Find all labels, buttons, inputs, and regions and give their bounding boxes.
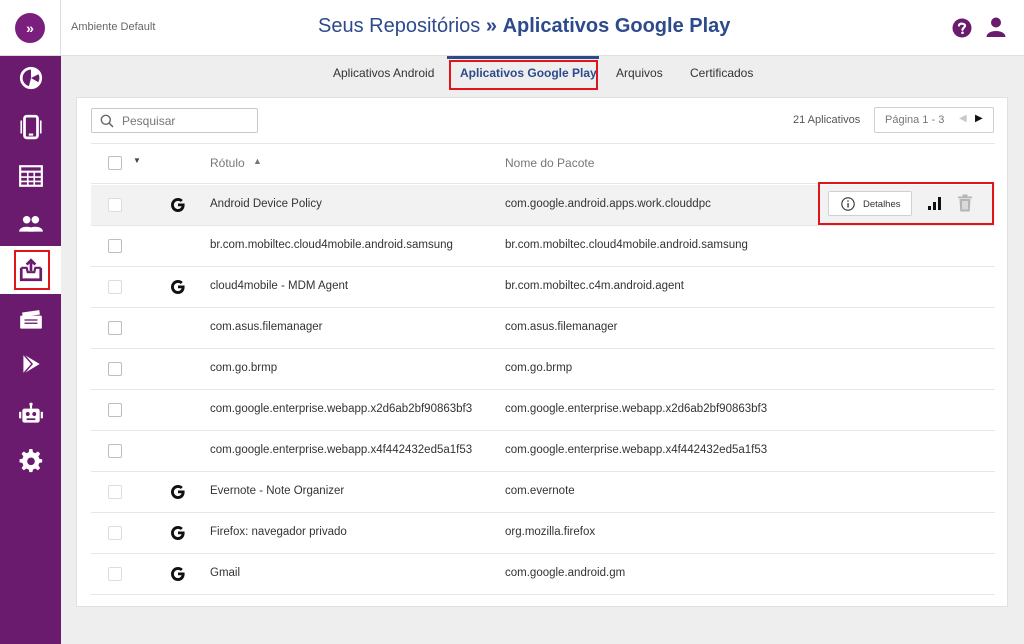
environment-label[interactable]: Ambiente Default (71, 21, 155, 33)
row-checkbox[interactable] (108, 198, 122, 212)
app-package-name: br.com.mobiltec.cloud4mobile.android.sam… (505, 239, 748, 251)
app-package-name: org.mozilla.firefox (505, 526, 596, 538)
sidebar-item-dashboard[interactable] (0, 54, 61, 102)
sidebar-item-google-play[interactable] (0, 340, 61, 388)
pie-chart-icon (19, 66, 42, 90)
details-button[interactable]: Detalhes (828, 191, 912, 216)
user-icon[interactable] (985, 16, 1007, 38)
tab-android-apps[interactable]: Aplicativos Android (333, 66, 434, 80)
chevron-down-icon[interactable]: ▼ (133, 156, 141, 165)
apps-panel: 21 Aplicativos Página 1 - 3 ◀ ▶ ▼ Rótulo… (76, 97, 1008, 607)
tickets-icon (19, 310, 42, 329)
row-checkbox[interactable] (108, 403, 122, 417)
app-package-name: com.google.android.apps.work.clouddpc (505, 198, 711, 210)
google-icon (171, 567, 185, 581)
table-header: ▼ Rótulo ▲ Nome do Pacote (91, 144, 995, 184)
pagination: Página 1 - 3 ◀ ▶ (874, 107, 994, 133)
row-checkbox[interactable] (108, 567, 122, 581)
app-label: com.google.enterprise.webapp.x2d6ab2bf90… (210, 403, 473, 415)
info-icon (841, 197, 855, 211)
google-icon (171, 526, 185, 540)
table-row[interactable]: com.asus.filemanager com.asus.filemanager (91, 308, 995, 349)
table-row[interactable]: Gmail com.google.android.gm (91, 554, 995, 595)
row-checkbox[interactable] (108, 526, 122, 540)
table-row[interactable]: br.com.mobiltec.cloud4mobile.android.sam… (91, 226, 995, 267)
app-package-name: com.go.brmp (505, 362, 573, 374)
header: Ambiente Default Seus Repositórios » Apl… (61, 0, 1024, 56)
sidebar-item-settings[interactable] (0, 437, 61, 485)
app-label: com.google.enterprise.webapp.x4f442432ed… (210, 444, 473, 456)
app-label: br.com.mobiltec.cloud4mobile.android.sam… (210, 239, 453, 251)
table-row[interactable]: Evernote - Note Organizer com.evernote (91, 472, 995, 513)
play-icon (22, 353, 40, 375)
page-indicator: Página 1 - 3 (885, 114, 945, 126)
app-package-name: com.google.android.gm (505, 567, 626, 579)
google-icon (171, 485, 185, 499)
app-label: Evernote - Note Organizer (210, 485, 345, 497)
logo[interactable]: » (15, 12, 45, 43)
row-checkbox[interactable] (108, 280, 122, 294)
app-package-name: br.com.mobiltec.c4m.android.agent (505, 280, 684, 292)
tab-highlight-box (449, 60, 598, 90)
app-label: Android Device Policy (210, 198, 322, 210)
breadcrumb-root[interactable]: Seus Repositórios (318, 15, 480, 37)
sidebar-item-reports[interactable] (0, 152, 61, 200)
app-package-name: com.google.enterprise.webapp.x2d6ab2bf90… (505, 403, 768, 415)
details-button-label: Detalhes (863, 199, 901, 210)
app-count: 21 Aplicativos (793, 114, 861, 126)
device-icon (19, 114, 42, 140)
row-checkbox[interactable] (108, 239, 122, 253)
app-package-name: com.asus.filemanager (505, 321, 618, 333)
google-icon (171, 280, 185, 294)
users-icon (18, 215, 43, 232)
sidebar-item-users[interactable] (0, 199, 61, 247)
row-checkbox[interactable] (108, 321, 122, 335)
table-row[interactable]: cloud4mobile - MDM Agent br.com.mobiltec.… (91, 267, 995, 308)
row-checkbox[interactable] (108, 444, 122, 458)
trash-icon[interactable] (957, 194, 973, 212)
help-icon[interactable] (952, 18, 972, 38)
breadcrumb-separator: » (485, 15, 497, 37)
gear-icon (19, 449, 42, 473)
app-label: com.asus.filemanager (210, 321, 323, 333)
search-input[interactable] (122, 112, 252, 130)
app-package-name: com.evernote (505, 485, 575, 497)
table-row[interactable]: com.google.enterprise.webapp.x4f442432ed… (91, 431, 995, 472)
previous-page-button[interactable]: ◀ (959, 113, 967, 124)
sidebar-item-devices[interactable] (0, 103, 61, 151)
breadcrumb-current: Aplicativos Google Play (502, 15, 731, 37)
app-label: Gmail (210, 567, 241, 579)
row-checkbox[interactable] (108, 485, 122, 499)
column-label-header[interactable]: Rótulo (210, 156, 245, 170)
table-row[interactable]: com.google.enterprise.webapp.x2d6ab2bf90… (91, 390, 995, 431)
select-all-checkbox[interactable] (108, 156, 122, 170)
search-icon (100, 114, 114, 128)
search-box (91, 108, 258, 133)
bar-chart-icon[interactable] (927, 195, 943, 211)
next-page-button[interactable]: ▶ (975, 113, 983, 124)
sidebar-item-automation[interactable] (0, 390, 61, 438)
table-row[interactable]: com.go.brmp com.go.brmp (91, 349, 995, 390)
sidebar-item-licenses[interactable] (0, 296, 61, 344)
row-checkbox[interactable] (108, 362, 122, 376)
column-package-header[interactable]: Nome do Pacote (505, 156, 594, 170)
robot-icon (18, 402, 43, 423)
page-title: Seus Repositórios » Aplicativos Google P… (318, 15, 730, 38)
app-label: cloud4mobile - MDM Agent (210, 280, 349, 292)
table-icon (18, 165, 43, 187)
logo-box: » (0, 0, 61, 56)
google-icon (171, 198, 185, 212)
app-label: com.go.brmp (210, 362, 278, 374)
app-package-name: com.google.enterprise.webapp.x4f442432ed… (505, 444, 768, 456)
sidebar: » (0, 0, 61, 644)
app-label: Firefox: navegador privado (210, 526, 347, 538)
table-row[interactable]: Firefox: navegador privado org.mozilla.fi… (91, 513, 995, 554)
tab-files[interactable]: Arquivos (616, 66, 663, 80)
tab-certificates[interactable]: Certificados (690, 66, 753, 80)
sort-ascending-icon[interactable]: ▲ (253, 156, 262, 166)
active-nav-highlight (14, 250, 50, 290)
